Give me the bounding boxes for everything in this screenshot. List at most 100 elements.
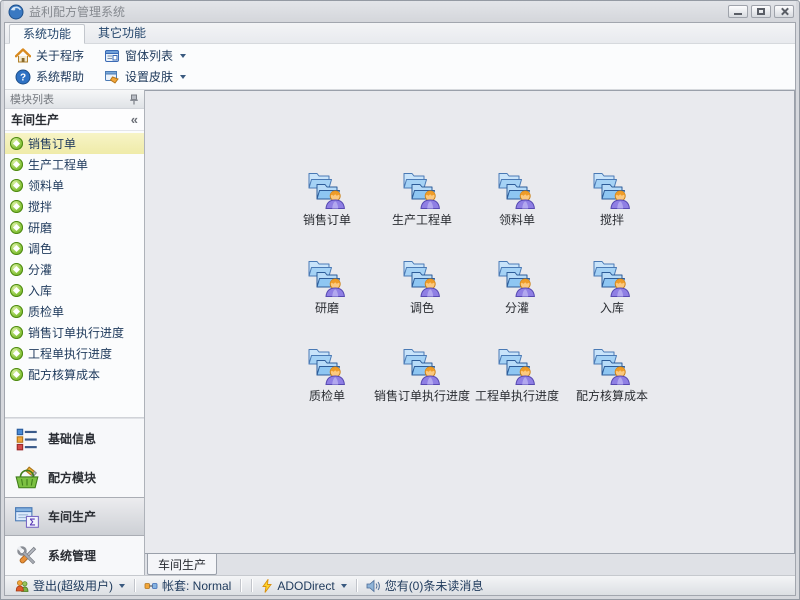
shortcut-quality-inspection[interactable]: 质检单 (280, 345, 375, 433)
svg-text:Σ: Σ (29, 517, 35, 528)
sidebar-nav: 基础信息 配方模块 Σ 车间生产 系统管理 (5, 419, 144, 575)
sidebar-item-label: 质检单 (28, 303, 64, 320)
status-separator (240, 579, 241, 592)
data-provider-button[interactable]: ADODirect (257, 579, 350, 593)
shortcut-mixing[interactable]: 搅拌 (565, 169, 660, 257)
sidebar-item-grinding[interactable]: 研磨 (5, 217, 144, 238)
workspace-canvas: 销售订单 生产工程单 领料单 搅拌 研磨 调色 分灌 入库 质检单 销售订单执行… (145, 90, 795, 554)
item-bullet-icon (10, 200, 23, 213)
item-bullet-icon (10, 242, 23, 255)
chevron-down-icon (180, 75, 186, 79)
account-label: 帐套: Normal (162, 577, 231, 594)
shortcut-label: 生产工程单 (392, 211, 452, 228)
tab-other-functions[interactable]: 其它功能 (85, 24, 159, 44)
folders-user-icon (591, 169, 633, 209)
basic-info-icon (14, 426, 40, 452)
chevron-down-icon (341, 584, 347, 588)
maximize-button[interactable] (751, 5, 771, 18)
sidebar-item-quality-inspection[interactable]: 质检单 (5, 301, 144, 322)
nav-basic-info[interactable]: 基础信息 (5, 419, 144, 458)
statusbar: 登出(超级用户) 帐套: Normal ADODirect 您有(0)条未读消息 (5, 575, 795, 595)
nav-label: 基础信息 (48, 430, 96, 447)
item-bullet-icon (10, 158, 23, 171)
sidebar-item-formula-costing[interactable]: 配方核算成本 (5, 364, 144, 385)
folders-user-icon (496, 169, 538, 209)
nav-label: 配方模块 (48, 469, 96, 486)
status-separator (251, 579, 252, 592)
shortcut-formula-costing[interactable]: 配方核算成本 (565, 345, 660, 433)
doc-tab-workshop-production[interactable]: 车间生产 (147, 553, 217, 575)
folders-user-icon (496, 257, 538, 297)
nav-formula-module[interactable]: 配方模块 (5, 458, 144, 497)
shortcut-warehousing[interactable]: 入库 (565, 257, 660, 345)
skin-icon (104, 69, 120, 85)
two-users-icon (15, 579, 29, 593)
logout-button[interactable]: 登出(超级用户) (11, 577, 129, 594)
maximize-icon (757, 8, 765, 15)
shortcut-label: 调色 (410, 299, 434, 316)
item-bullet-icon (10, 137, 23, 150)
sidebar-item-production-work-order[interactable]: 生产工程单 (5, 154, 144, 175)
sidebar-item-sales-order-progress[interactable]: 销售订单执行进度 (5, 322, 144, 343)
shortcut-label: 入库 (600, 299, 624, 316)
shortcut-production-work-order[interactable]: 生产工程单 (375, 169, 470, 257)
module-list-title: 模块列表 (10, 91, 54, 107)
shortcut-grinding[interactable]: 研磨 (280, 257, 375, 345)
shortcut-grid: 销售订单 生产工程单 领料单 搅拌 研磨 调色 分灌 入库 质检单 销售订单执行… (145, 91, 794, 433)
workspace: 销售订单 生产工程单 领料单 搅拌 研磨 调色 分灌 入库 质检单 销售订单执行… (145, 90, 795, 575)
close-button[interactable] (774, 5, 794, 18)
production-icon: Σ (14, 504, 40, 530)
pin-icon[interactable] (129, 94, 139, 105)
shortcut-sales-order[interactable]: 销售订单 (280, 169, 375, 257)
ribbon-tabrow: 系统功能 其它功能 (5, 23, 795, 44)
set-skin-button[interactable]: 设置皮肤 (102, 68, 188, 85)
minimize-icon (734, 13, 742, 15)
window-title: 益利配方管理系统 (29, 3, 728, 20)
folders-user-icon (306, 345, 348, 385)
sidebar-item-warehousing[interactable]: 入库 (5, 280, 144, 301)
nav-label: 系统管理 (48, 547, 96, 564)
sidebar-item-tinting[interactable]: 调色 (5, 238, 144, 259)
shortcut-sales-order-progress[interactable]: 销售订单执行进度 (375, 345, 470, 433)
sidebar-item-label: 销售订单执行进度 (28, 324, 124, 341)
folders-user-icon (401, 257, 443, 297)
window-list-icon (104, 48, 120, 64)
shortcut-label: 领料单 (499, 211, 535, 228)
toolbar: 关于程序 窗体列表 ? 系统帮助 设置皮肤 (5, 44, 795, 90)
shortcut-tinting[interactable]: 调色 (375, 257, 470, 345)
linked-blocks-icon (144, 579, 158, 593)
shortcut-material-requisition[interactable]: 领料单 (470, 169, 565, 257)
sidebar-item-filling[interactable]: 分灌 (5, 259, 144, 280)
nav-workshop-production[interactable]: Σ 车间生产 (5, 497, 144, 536)
minimize-button[interactable] (728, 5, 748, 18)
shortcut-filling[interactable]: 分灌 (470, 257, 565, 345)
nav-label: 车间生产 (48, 508, 96, 525)
provider-label: ADODirect (277, 579, 334, 593)
status-separator (356, 579, 357, 592)
app-window: 益利配方管理系统 系统功能 其它功能 关于程序 窗体列表 (0, 0, 800, 600)
window-list-button[interactable]: 窗体列表 (102, 47, 188, 64)
sidebar-item-material-requisition[interactable]: 领料单 (5, 175, 144, 196)
sidebar-item-mixing[interactable]: 搅拌 (5, 196, 144, 217)
panel-title: 车间生产 (11, 111, 59, 128)
formula-icon (14, 465, 40, 491)
sidebar-item-sales-order[interactable]: 销售订单 (5, 133, 144, 154)
sidebar-item-label: 领料单 (28, 177, 64, 194)
nav-system-management[interactable]: 系统管理 (5, 536, 144, 575)
shortcut-label: 质检单 (309, 387, 345, 404)
sidebar-item-label: 研磨 (28, 219, 52, 236)
close-icon (780, 7, 789, 16)
about-program-button[interactable]: 关于程序 (13, 47, 86, 64)
unread-messages-button[interactable]: 您有(0)条未读消息 (362, 577, 488, 594)
item-bullet-icon (10, 221, 23, 234)
document-tabrow: 车间生产 (145, 554, 795, 575)
item-bullet-icon (10, 284, 23, 297)
item-bullet-icon (10, 368, 23, 381)
system-help-label: 系统帮助 (36, 68, 84, 85)
system-help-button[interactable]: ? 系统帮助 (13, 68, 86, 85)
collapse-icon[interactable]: « (131, 112, 138, 127)
shortcut-work-order-progress[interactable]: 工程单执行进度 (470, 345, 565, 433)
panel-header-production[interactable]: 车间生产 « (5, 109, 144, 131)
tab-system-functions[interactable]: 系统功能 (9, 24, 85, 44)
sidebar-item-work-order-progress[interactable]: 工程单执行进度 (5, 343, 144, 364)
